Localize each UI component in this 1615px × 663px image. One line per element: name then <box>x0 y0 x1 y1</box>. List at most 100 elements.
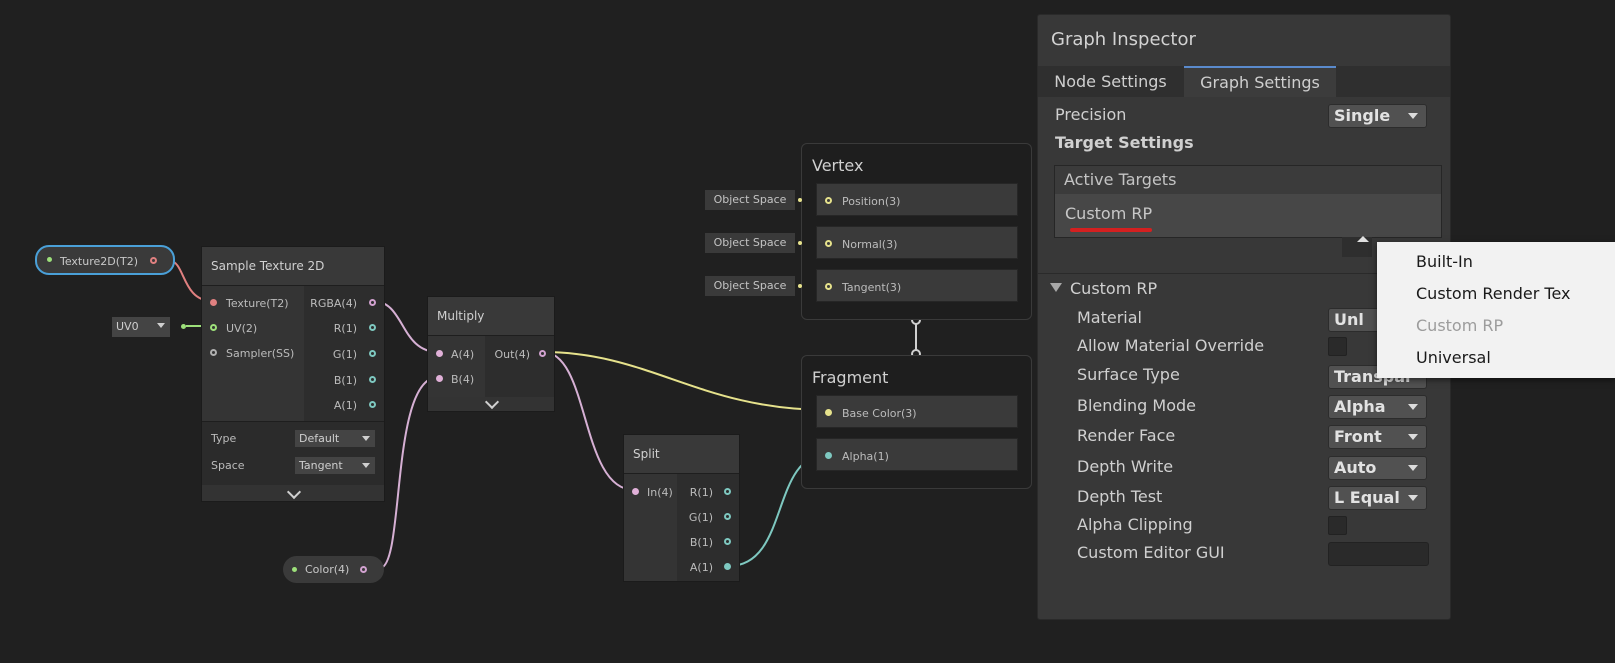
type-label: Type <box>211 432 237 445</box>
color-property-node[interactable]: Color(4) <box>283 556 384 583</box>
position-port[interactable] <box>825 197 832 204</box>
b-input-port[interactable] <box>436 375 443 382</box>
fragment-block[interactable]: Fragment Base Color(3) Alpha(1) <box>801 355 1032 489</box>
object-space-tag[interactable]: Object Space <box>705 190 795 210</box>
section-foldout-icon[interactable] <box>1050 283 1062 292</box>
depth-test-dropdown[interactable]: L Equal <box>1328 486 1427 510</box>
alpha-clipping-label: Alpha Clipping <box>1077 515 1193 534</box>
precision-label: Precision <box>1055 105 1127 124</box>
b-output-port[interactable] <box>724 538 731 545</box>
base-color-port[interactable] <box>825 409 832 416</box>
port-label: In(4) <box>647 486 673 499</box>
vertex-block[interactable]: Vertex Position(3) Normal(3) Tangent(3) <box>801 143 1032 320</box>
split-node[interactable]: Split In(4) R(1) G(1) B(1) A(1) <box>623 434 740 582</box>
space-tag-dot <box>798 284 802 288</box>
sampler-input-port[interactable] <box>210 349 217 356</box>
sample-texture-2d-node[interactable]: Sample Texture 2D Texture(T2) UV(2) Samp… <box>201 246 385 502</box>
uv-channel-dropdown[interactable]: UV0 <box>112 317 170 337</box>
section-title[interactable]: Custom RP <box>1070 279 1157 298</box>
custom-editor-gui-field[interactable] <box>1328 542 1429 566</box>
menu-item-built-in[interactable]: Built-In <box>1416 252 1473 271</box>
slot-label: Alpha(1) <box>842 450 889 463</box>
a-output-port[interactable] <box>369 401 376 408</box>
menu-item-custom-rp: Custom RP <box>1416 316 1504 335</box>
base-color-slot[interactable]: Base Color(3) <box>816 395 1018 428</box>
allow-material-override-checkbox[interactable] <box>1328 337 1347 356</box>
texture-input-port[interactable] <box>210 299 217 306</box>
texture-output-port[interactable] <box>150 257 157 264</box>
object-space-tag[interactable]: Object Space <box>705 233 795 253</box>
red-underline <box>1070 228 1152 232</box>
material-label: Material <box>1077 308 1142 327</box>
render-face-value: Front <box>1334 427 1382 446</box>
color-property-label: Color(4) <box>305 563 350 576</box>
popup-notch <box>1357 236 1369 242</box>
chevron-down-icon <box>362 463 370 468</box>
chevron-down-icon <box>1408 434 1418 440</box>
object-space-tag[interactable]: Object Space <box>705 276 795 296</box>
alpha-port[interactable] <box>825 452 832 459</box>
port-label: B(4) <box>451 373 475 386</box>
slot-label: Base Color(3) <box>842 407 917 420</box>
tangent-slot[interactable]: Tangent(3) <box>816 269 1018 302</box>
target-dropdown-popup: Built-In Custom Render Tex Custom RP Uni… <box>1357 236 1615 378</box>
slot-label: Position(3) <box>842 195 901 208</box>
g-output-port[interactable] <box>369 350 376 357</box>
chevron-down-icon <box>157 323 165 328</box>
port-label: A(1) <box>333 399 357 412</box>
precision-dropdown[interactable]: Single <box>1328 104 1427 128</box>
chevron-down-icon <box>1408 495 1418 501</box>
type-dropdown[interactable]: Default <box>295 430 375 447</box>
depth-write-value: Auto <box>1334 458 1377 477</box>
active-targets-header: Active Targets <box>1064 170 1177 189</box>
chevron-down-icon <box>1408 404 1418 410</box>
node-title: Sample Texture 2D <box>202 247 384 286</box>
tab-node-settings[interactable]: Node Settings <box>1038 66 1183 97</box>
chevron-down-icon <box>362 436 370 441</box>
port-label: A(1) <box>689 561 713 574</box>
allow-material-override-label: Allow Material Override <box>1077 336 1265 355</box>
b-output-port[interactable] <box>369 376 376 383</box>
active-targets-list: Active Targets Custom RP <box>1054 165 1442 238</box>
color-output-port[interactable] <box>360 566 367 573</box>
out-output-port[interactable] <box>539 350 546 357</box>
rgba-output-port[interactable] <box>369 299 376 306</box>
in-input-port[interactable] <box>632 488 639 495</box>
menu-item-universal[interactable]: Universal <box>1416 348 1491 367</box>
space-dropdown[interactable]: Tangent <box>295 457 375 474</box>
normal-port[interactable] <box>825 240 832 247</box>
texture-property-node[interactable]: Texture2D(T2) <box>35 245 175 275</box>
type-value: Default <box>299 432 340 445</box>
blending-mode-dropdown[interactable]: Alpha <box>1328 395 1427 419</box>
r-output-port[interactable] <box>724 488 731 495</box>
a-input-port[interactable] <box>436 350 443 357</box>
normal-slot[interactable]: Normal(3) <box>816 226 1018 259</box>
depth-write-label: Depth Write <box>1077 457 1174 476</box>
menu-item-custom-render-texture[interactable]: Custom Render Tex <box>1416 284 1571 303</box>
port-label: Out(4) <box>494 348 530 361</box>
active-target-row[interactable]: Custom RP <box>1055 194 1441 237</box>
tangent-port[interactable] <box>825 283 832 290</box>
alpha-clipping-checkbox[interactable] <box>1328 516 1347 535</box>
vertex-title: Vertex <box>812 156 864 175</box>
port-label: UV(2) <box>226 322 258 335</box>
tab-graph-settings[interactable]: Graph Settings <box>1184 66 1336 97</box>
property-indicator <box>292 567 297 572</box>
port-label: G(1) <box>332 348 357 361</box>
render-face-dropdown[interactable]: Front <box>1328 425 1427 449</box>
uv-input-port[interactable] <box>210 324 217 331</box>
port-label: R(1) <box>689 486 713 499</box>
g-output-port[interactable] <box>724 513 731 520</box>
multiply-node[interactable]: Multiply A(4) B(4) Out(4) <box>427 296 555 412</box>
position-slot[interactable]: Position(3) <box>816 183 1018 216</box>
r-output-port[interactable] <box>369 324 376 331</box>
blending-mode-value: Alpha <box>1334 397 1386 416</box>
a-output-port[interactable] <box>724 563 731 570</box>
depth-test-value: L Equal <box>1334 488 1400 507</box>
port-label: Texture(T2) <box>226 297 289 310</box>
port-label: G(1) <box>688 511 713 524</box>
depth-write-dropdown[interactable]: Auto <box>1328 456 1427 480</box>
port-label: B(1) <box>689 536 713 549</box>
alpha-slot[interactable]: Alpha(1) <box>816 438 1018 471</box>
depth-test-label: Depth Test <box>1077 487 1163 506</box>
